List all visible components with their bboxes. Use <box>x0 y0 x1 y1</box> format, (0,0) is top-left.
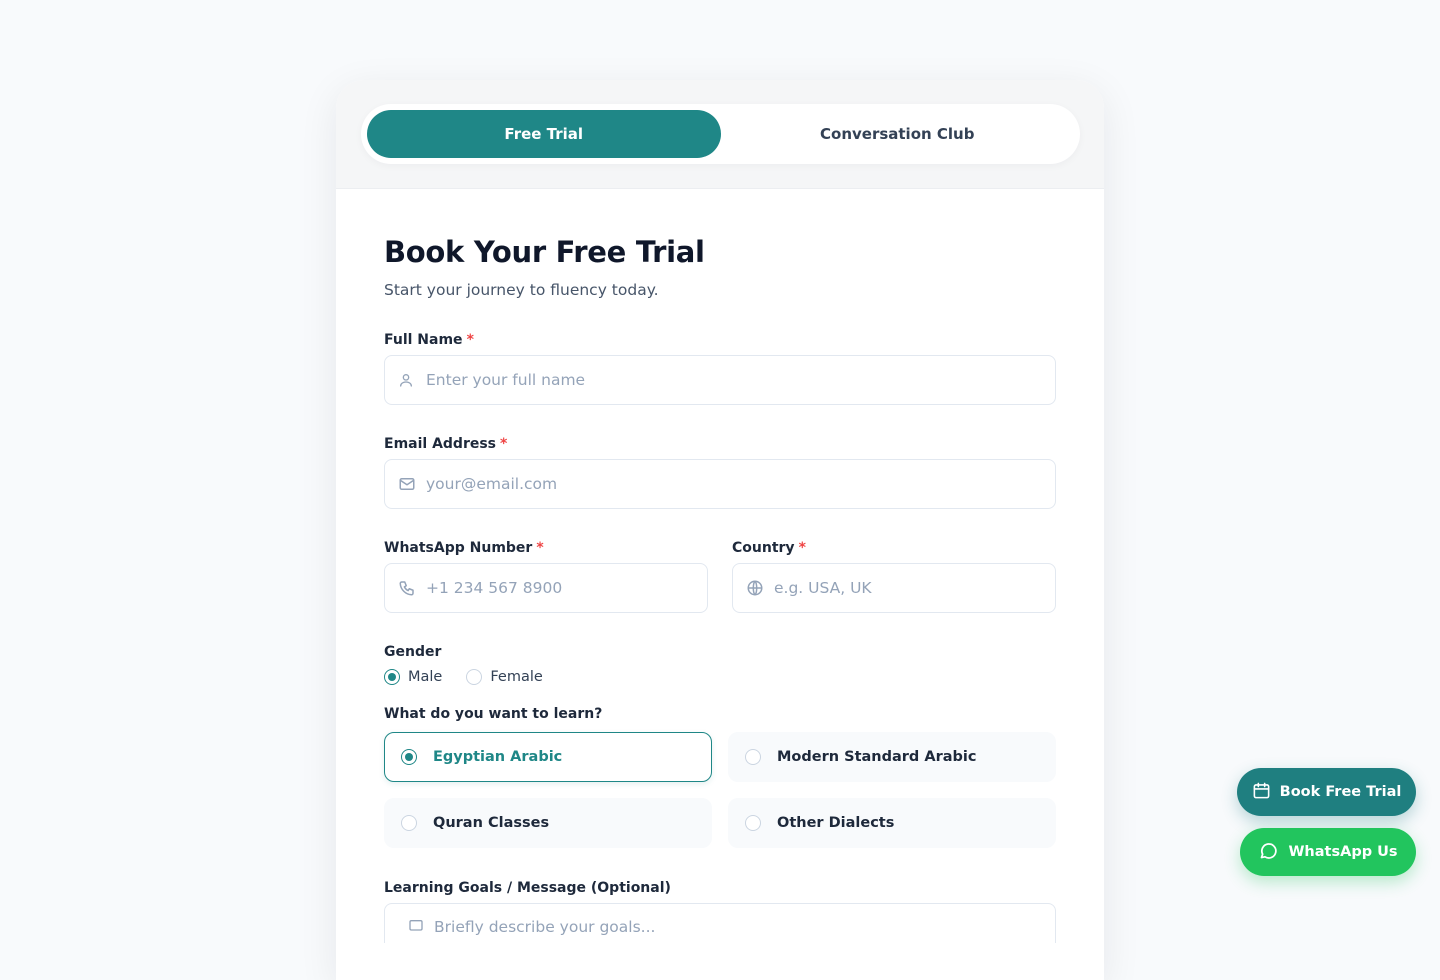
email-label: Email Address * <box>384 436 508 452</box>
gender-label: Gender <box>384 644 442 660</box>
radio-button[interactable] <box>745 815 761 831</box>
gender-options: Male Female <box>384 669 1056 685</box>
calendar-icon <box>1252 781 1271 804</box>
country-input[interactable] <box>774 579 1055 597</box>
mail-icon <box>398 475 416 493</box>
learn-option-label: Quran Classes <box>433 815 550 831</box>
booking-form: Book Your Free Trial Start your journey … <box>384 189 1056 943</box>
full-name-field: Full Name * <box>384 332 1056 405</box>
form-subtitle: Start your journey to fluency today. <box>384 281 659 299</box>
whatsapp-field: WhatsApp Number * <box>384 540 708 613</box>
learn-option-label: Egyptian Arabic <box>433 749 563 765</box>
learn-option-label: Modern Standard Arabic <box>777 749 977 765</box>
learn-option-label: Other Dialects <box>777 815 895 831</box>
required-mark: * <box>536 540 544 556</box>
required-mark: * <box>466 332 474 348</box>
email-input-box[interactable] <box>384 459 1056 509</box>
gender-option-label: Male <box>408 669 443 685</box>
learn-option-other-dialects[interactable]: Other Dialects <box>728 798 1056 848</box>
country-label: Country * <box>732 540 806 556</box>
chat-bubble-icon <box>1258 840 1279 865</box>
gender-option-label: Female <box>490 669 543 685</box>
book-free-trial-button[interactable]: Book Free Trial <box>1237 768 1416 816</box>
learn-label: What do you want to learn? <box>384 706 603 722</box>
full-name-input-box[interactable] <box>384 355 1056 405</box>
country-field: Country * <box>732 540 1056 613</box>
whatsapp-label: WhatsApp Number * <box>384 540 544 556</box>
radio-button[interactable] <box>401 749 417 765</box>
goals-label: Learning Goals / Message (Optional) <box>384 880 671 896</box>
user-icon <box>398 371 416 389</box>
globe-icon <box>746 579 764 597</box>
gender-field: Gender Male Female <box>384 644 1056 685</box>
learn-option-egyptian-arabic[interactable]: Egyptian Arabic <box>384 732 712 782</box>
contact-row: WhatsApp Number* Country* <box>384 540 1056 613</box>
tab-conversation-club[interactable]: Conversation Club <box>721 110 1075 158</box>
learn-field: What do you want to learn? Egyptian Arab… <box>384 706 1056 848</box>
tab-bar: Free Trial Conversation Club <box>336 80 1104 189</box>
goals-placeholder: Briefly describe your goals... <box>434 918 656 936</box>
gender-option-female[interactable]: Female <box>466 669 543 685</box>
message-icon <box>408 918 424 938</box>
radio-button[interactable] <box>745 749 761 765</box>
radio-button[interactable] <box>466 669 483 685</box>
book-free-trial-label: Book Free Trial <box>1279 784 1402 800</box>
radio-button[interactable] <box>401 815 417 831</box>
tab-free-trial[interactable]: Free Trial <box>367 110 721 158</box>
required-mark: * <box>500 436 508 452</box>
learn-options: Egyptian Arabic Modern Standard Arabic Q… <box>384 732 1056 848</box>
radio-button[interactable] <box>384 669 400 685</box>
whatsapp-input[interactable] <box>426 579 707 597</box>
goals-field: Learning Goals / Message (Optional) Brie… <box>384 880 1056 943</box>
required-mark: * <box>798 540 806 556</box>
phone-icon <box>398 579 416 597</box>
whatsapp-us-button[interactable]: WhatsApp Us <box>1240 828 1416 876</box>
email-input[interactable] <box>426 475 1055 493</box>
whatsapp-us-label: WhatsApp Us <box>1288 844 1398 860</box>
learn-option-quran-classes[interactable]: Quran Classes <box>384 798 712 848</box>
whatsapp-input-box[interactable] <box>384 563 708 613</box>
full-name-label: Full Name * <box>384 332 474 348</box>
form-title: Book Your Free Trial <box>384 235 705 269</box>
gender-option-male[interactable]: Male <box>384 669 442 685</box>
booking-card: Free Trial Conversation Club Book Your F… <box>336 80 1104 980</box>
full-name-input[interactable] <box>426 371 1055 389</box>
learn-option-modern-standard-arabic[interactable]: Modern Standard Arabic <box>728 732 1056 782</box>
goals-textarea[interactable]: Briefly describe your goals... <box>384 903 1056 943</box>
country-input-box[interactable] <box>732 563 1056 613</box>
tab-switcher: Free Trial Conversation Club <box>361 104 1080 164</box>
email-field: Email Address * <box>384 436 1056 509</box>
